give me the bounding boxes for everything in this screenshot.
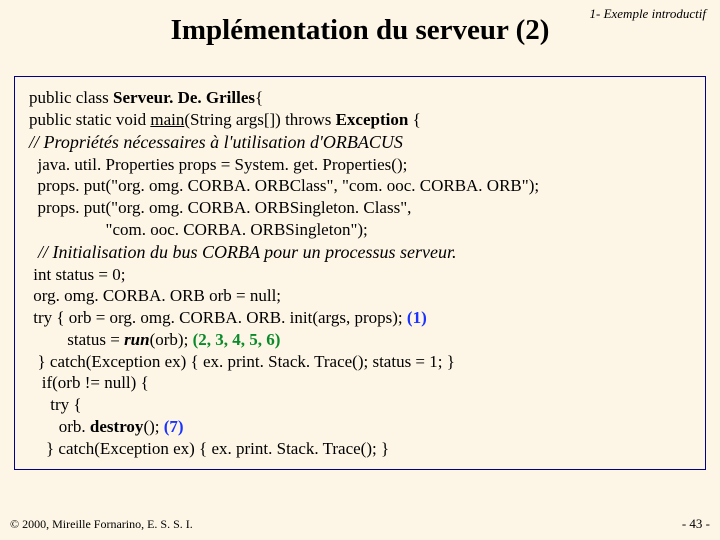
code-line: try { orb = org. omg. CORBA. ORB. init(a… — [29, 307, 691, 329]
code-line: props. put("org. omg. CORBA. ORBSingleto… — [29, 197, 691, 219]
chapter-label: 1- Exemple introductif — [590, 6, 707, 22]
code-line: java. util. Properties props = System. g… — [29, 154, 691, 176]
code-line: org. omg. CORBA. ORB orb = null; — [29, 285, 691, 307]
code-block: public class Serveur. De. Grilles{ publi… — [14, 76, 706, 470]
code-line: } catch(Exception ex) { ex. print. Stack… — [29, 351, 691, 373]
code-line: if(orb != null) { — [29, 372, 691, 394]
page-number: - 43 - — [682, 516, 710, 532]
code-line: int status = 0; — [29, 264, 691, 286]
copyright: © 2000, Mireille Fornarino, E. S. S. I. — [10, 517, 193, 532]
code-line: try { — [29, 394, 691, 416]
code-line: "com. ooc. CORBA. ORBSingleton"); — [29, 219, 691, 241]
code-line: public class Serveur. De. Grilles{ — [29, 87, 691, 109]
code-line: props. put("org. omg. CORBA. ORBClass", … — [29, 175, 691, 197]
code-line: // Initialisation du bus CORBA pour un p… — [29, 241, 691, 264]
code-line: status = run(orb); (2, 3, 4, 5, 6) — [29, 329, 691, 351]
code-line: public static void main(String args[]) t… — [29, 109, 691, 131]
code-line: // Propriétés nécessaires à l'utilisatio… — [29, 131, 691, 154]
code-line: } catch(Exception ex) { ex. print. Stack… — [29, 438, 691, 460]
code-line: orb. destroy(); (7) — [29, 416, 691, 438]
